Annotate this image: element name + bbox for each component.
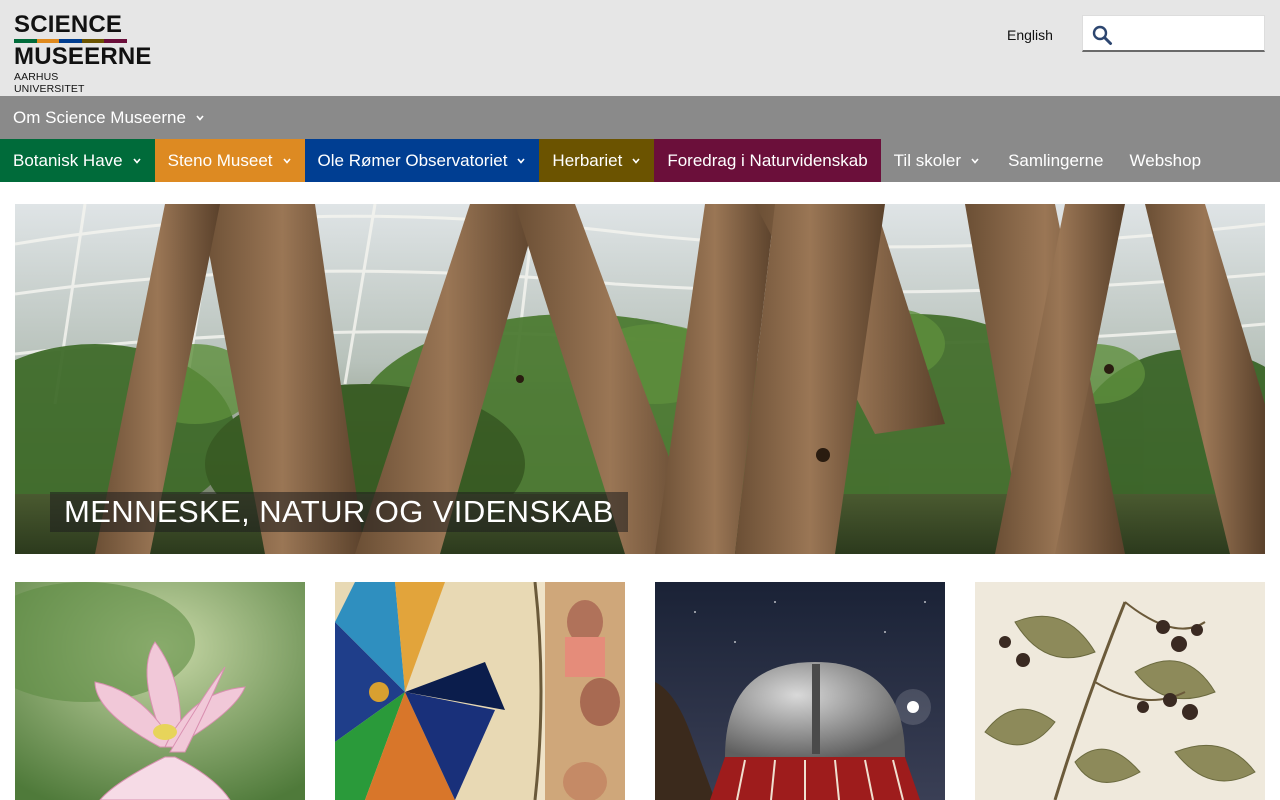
observatory-dome-image [655,582,945,800]
language-link[interactable]: English [1007,27,1053,43]
astronomical-clock-image [335,582,625,800]
nav-item-til-skoler[interactable]: Til skoler [881,139,993,182]
site-header: SCIENCE MUSEERNE AARHUS UNIVERSITET Engl… [0,0,1280,96]
nav-item-label: Herbariet [552,150,623,170]
chevron-down-icon [282,157,291,164]
nav-item-label: Ole Rømer Observatoriet [317,150,508,170]
lotus-flower-image [15,582,305,800]
nav-item-ole-romer-observatoriet[interactable]: Ole Rømer Observatoriet [304,139,540,182]
chevron-down-icon [632,157,640,164]
hero-caption: MENNESKE, NATUR OG VIDENSKAB [50,492,628,532]
nav-item-label: Steno Museet [167,150,273,170]
search-box[interactable] [1082,15,1265,52]
nav-item-botanisk-have[interactable]: Botanisk Have [0,139,155,182]
card-steno-museet[interactable] [335,582,625,800]
logo-subtitle: AARHUS UNIVERSITET [14,71,85,95]
secondary-nav: Botanisk Have Steno Museet Ole Rømer Obs… [0,139,1280,182]
nav-item-label: Til skoler [893,150,962,170]
card-ole-romer-observatoriet[interactable] [655,582,945,800]
nav-item-steno-museet[interactable]: Steno Museet [154,139,305,182]
nav-item-label: Foredrag i Naturvidenskab [667,150,868,170]
nav-item-label: Om Science Museerne [13,107,186,127]
nav-item-label: Webshop [1129,150,1202,170]
logo-line1: SCIENCE [14,11,123,38]
nav-item-webshop[interactable]: Webshop [1117,139,1215,182]
search-input[interactable] [1119,20,1259,46]
primary-nav: Om Science Museerne [0,96,1280,139]
nav-item-label: Samlingerne [1008,150,1104,170]
card-herbariet[interactable] [975,582,1265,800]
chevron-down-icon [517,157,526,164]
hero-banner[interactable]: MENNESKE, NATUR OG VIDENSKAB [15,204,1265,554]
nav-item-label: Botanisk Have [13,150,123,170]
chevron-down-icon [196,114,204,121]
card-botanisk-have[interactable] [15,582,305,800]
chevron-down-icon [133,157,141,164]
nav-item-herbariet[interactable]: Herbariet [539,139,655,182]
logo-line2: MUSEERNE [14,43,152,70]
nav-item-foredrag[interactable]: Foredrag i Naturvidenskab [654,139,881,182]
nav-item-samlingerne[interactable]: Samlingerne [993,139,1116,182]
chevron-down-icon [971,157,979,164]
nav-item-om-science-museerne[interactable]: Om Science Museerne [0,96,218,139]
herbarium-specimen-image [975,582,1265,800]
site-logo[interactable]: SCIENCE MUSEERNE AARHUS UNIVERSITET [14,11,152,95]
search-icon[interactable] [1091,24,1113,46]
